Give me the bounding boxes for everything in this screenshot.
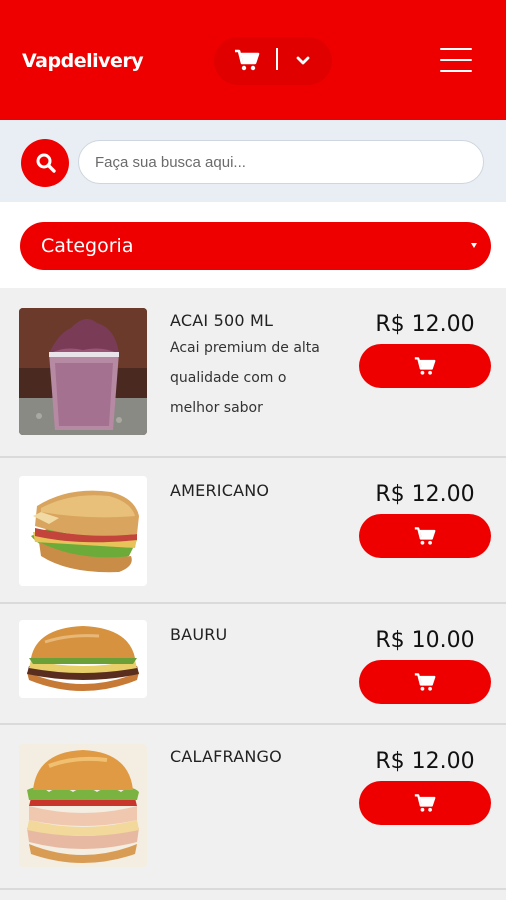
list-item[interactable]: ACAI 500 ML Acai premium de alta qualida… (0, 288, 506, 458)
add-to-cart-button[interactable] (359, 781, 491, 825)
category-select[interactable]: Categoria (20, 222, 491, 270)
list-item[interactable]: AMERICANO R$ 12.00 (0, 458, 506, 604)
product-price: R$ 10.00 (375, 628, 475, 653)
product-list: ACAI 500 ML Acai premium de alta qualida… (0, 288, 506, 890)
product-price: R$ 12.00 (375, 312, 475, 337)
caret-down-icon (471, 243, 477, 248)
app-header: Vapdelivery (0, 0, 506, 120)
product-price: R$ 12.00 (375, 749, 475, 774)
cart-icon (414, 357, 436, 375)
list-item[interactable]: BAURU R$ 10.00 (0, 604, 506, 725)
chevron-down-icon (296, 53, 310, 71)
product-description: Acai premium de alta qualidade com o mel… (170, 340, 320, 416)
add-to-cart-button[interactable] (359, 344, 491, 388)
chicken-burger-image (19, 744, 147, 867)
acai-cup-image (19, 308, 147, 435)
add-to-cart-button[interactable] (359, 514, 491, 558)
search-icon (36, 153, 56, 173)
cart-icon (234, 49, 260, 76)
product-name: CALAFRANGO (170, 747, 282, 766)
product-name: AMERICANO (170, 481, 270, 500)
add-to-cart-button[interactable] (359, 660, 491, 704)
cart-icon (414, 794, 436, 812)
category-label: Categoria (41, 235, 134, 257)
cart-dropdown-button[interactable] (214, 37, 332, 85)
toasted-sandwich-image (19, 476, 147, 586)
product-name: ACAI 500 ML (170, 311, 274, 330)
search-bar (0, 120, 506, 202)
list-item[interactable]: CALAFRANGO R$ 12.00 (0, 725, 506, 890)
product-name: BAURU (170, 625, 228, 644)
cart-icon (414, 673, 436, 691)
divider (276, 48, 278, 70)
product-price: R$ 12.00 (375, 482, 475, 507)
brand-logo[interactable]: Vapdelivery (22, 50, 144, 72)
search-button[interactable] (21, 139, 69, 187)
category-section: Categoria (0, 202, 506, 288)
burger-image (19, 620, 147, 698)
cart-icon (414, 527, 436, 545)
hamburger-menu-icon[interactable] (440, 48, 472, 72)
search-input[interactable] (78, 140, 484, 184)
